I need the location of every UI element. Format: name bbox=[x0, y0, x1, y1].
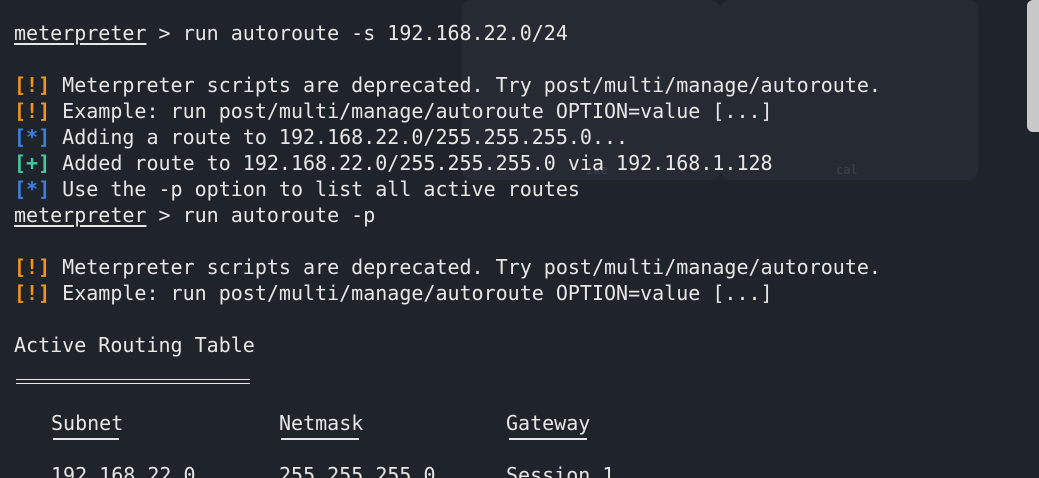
warning-tag: [!] bbox=[14, 281, 51, 305]
subnet-underline bbox=[53, 438, 119, 440]
message-text: Example: run post/multi/manage/autoroute… bbox=[50, 99, 773, 123]
cell-subnet: 192.168.22.0 bbox=[51, 463, 196, 478]
info-tag: [*] bbox=[14, 125, 51, 149]
warning-tag: [!] bbox=[14, 99, 51, 123]
table-row: 192.168.22.0 255.255.255.0 Session 1 bbox=[14, 462, 1024, 478]
warning-tag: [!] bbox=[14, 73, 51, 97]
warning-line: [!] Meterpreter scripts are deprecated. … bbox=[14, 72, 1024, 98]
table-title-underline bbox=[14, 358, 1024, 384]
meterpreter-prompt: meterpreter bbox=[14, 21, 147, 45]
success-tag: [+] bbox=[14, 151, 51, 175]
header-gateway: Gateway bbox=[506, 411, 591, 435]
netmask-underline bbox=[281, 438, 359, 440]
table-header-underline bbox=[14, 436, 1024, 462]
message-text: Meterpreter scripts are deprecated. Try … bbox=[50, 73, 881, 97]
info-line: [*] Use the -p option to list all active… bbox=[14, 176, 1024, 202]
command-text: > run autoroute -s 192.168.22.0/24 bbox=[146, 21, 568, 45]
warning-line: [!] Example: run post/multi/manage/autor… bbox=[14, 280, 1024, 306]
terminal-output[interactable]: meterpreter > run autoroute -s 192.168.2… bbox=[14, 0, 1024, 478]
terminal-line-partial bbox=[14, 0, 1024, 20]
message-text: Use the -p option to list all active rou… bbox=[50, 177, 580, 201]
gateway-underline bbox=[509, 438, 587, 440]
cell-gateway: Session 1 bbox=[506, 463, 615, 478]
cell-netmask: 255.255.255.0 bbox=[279, 463, 436, 478]
scrollbar-thumb[interactable] bbox=[1027, 0, 1039, 132]
command-line: meterpreter > run autoroute -s 192.168.2… bbox=[14, 20, 1024, 46]
message-text: Adding a route to 192.168.22.0/255.255.2… bbox=[50, 125, 629, 149]
info-tag: [*] bbox=[14, 177, 51, 201]
warning-line: [!] Example: run post/multi/manage/autor… bbox=[14, 98, 1024, 124]
message-text: Added route to 192.168.22.0/255.255.255.… bbox=[50, 151, 773, 175]
header-subnet: Subnet bbox=[51, 411, 124, 435]
command-text: > run autoroute -p bbox=[146, 203, 376, 227]
warning-tag: [!] bbox=[14, 255, 51, 279]
command-line: meterpreter > run autoroute -p bbox=[14, 202, 1024, 228]
message-text: Meterpreter scripts are deprecated. Try … bbox=[50, 255, 881, 279]
warning-line: [!] Meterpreter scripts are deprecated. … bbox=[14, 254, 1024, 280]
header-netmask: Netmask bbox=[279, 411, 364, 435]
info-line: [*] Adding a route to 192.168.22.0/255.2… bbox=[14, 124, 1024, 150]
meterpreter-prompt: meterpreter bbox=[14, 203, 147, 227]
message-text: Example: run post/multi/manage/autoroute… bbox=[50, 281, 773, 305]
table-header-row: Subnet Netmask Gateway bbox=[14, 410, 1024, 436]
success-line: [+] Added route to 192.168.22.0/255.255.… bbox=[14, 150, 1024, 176]
table-title: Active Routing Table bbox=[14, 333, 255, 357]
